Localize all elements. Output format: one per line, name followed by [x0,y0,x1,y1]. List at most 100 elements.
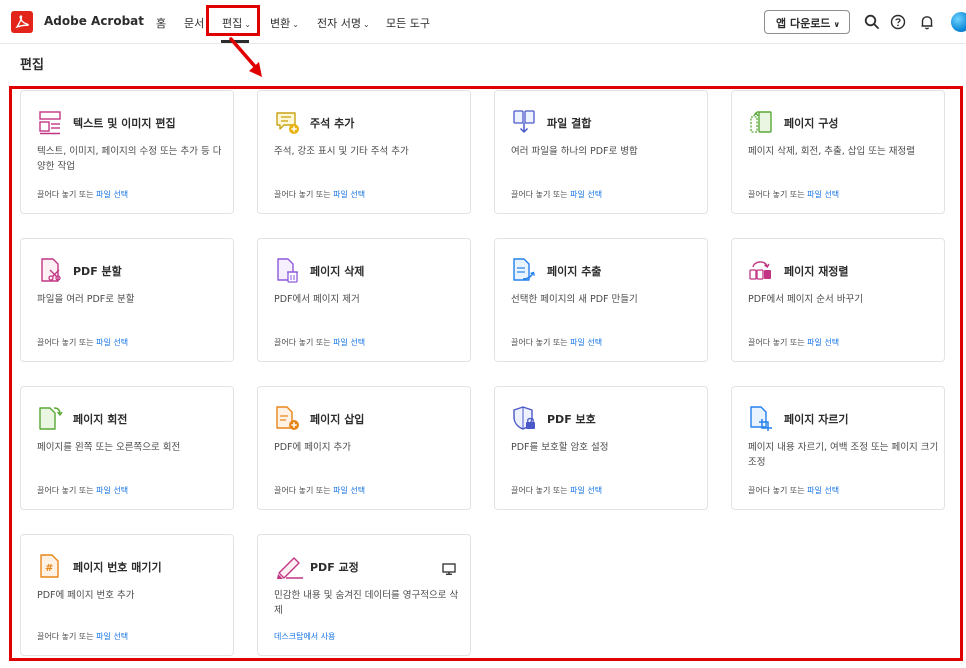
use-on-desktop-link[interactable]: 데스크탑에서 사용 [274,631,335,642]
card-description: 민감한 내용 및 숨겨진 데이터를 영구적으로 삭제 [274,590,459,616]
combine-files-icon [513,110,535,134]
drag-drop-text: 끌어다 놓기 또는 [37,190,94,199]
help-icon[interactable] [889,13,907,31]
split-pdf-icon [41,258,61,282]
download-app-button[interactable]: 앱 다운로드 ∨ [764,10,850,34]
card-title: PDF 교정 [310,561,359,574]
app-title[interactable]: Adobe Acrobat [44,14,144,28]
chevron-down-icon: ⌄ [362,20,370,29]
drag-drop-text: 끌어다 놓기 또는 [274,486,331,495]
tool-card-organize-pages[interactable]: 페이지 구성 페이지 삭제, 회전, 추출, 삽입 또는 재정렬 끌어다 놓기 … [731,90,945,214]
delete-pages-icon [277,258,298,283]
tool-card-crop-pages[interactable]: 페이지 자르기 페이지 내용 자르기, 여백 조정 또는 페이지 크기 조정 끌… [731,386,945,510]
acrobat-logo-icon[interactable] [11,11,33,33]
search-icon[interactable] [863,13,881,31]
card-description: PDF에 페이지 번호 추가 [37,590,135,601]
select-file-link[interactable]: 파일 선택 [96,190,128,199]
edit-text-image-icon [39,111,61,135]
select-file-link[interactable]: 파일 선택 [570,338,602,347]
card-description: 선택한 페이지의 새 PDF 만들기 [511,294,638,305]
tool-card-reorder-pages[interactable]: 페이지 재정렬 PDF에서 페이지 순서 바꾸기 끌어다 놓기 또는 파일 선택 [731,238,945,362]
nav-convert[interactable]: 변환 ⌄ [270,15,299,31]
annotation-arrow-icon [229,37,262,77]
tool-card-combine-files[interactable]: 파일 결합 여러 파일을 하나의 PDF로 병합 끌어다 놓기 또는 파일 선택 [494,90,708,214]
card-title: 페이지 회전 [73,413,128,426]
page-title: 편집 [20,58,44,73]
tool-card-number-pages[interactable]: # 페이지 번호 매기기 PDF에 페이지 번호 추가 끌어다 놓기 또는 파일… [20,534,234,656]
select-file-link[interactable]: 파일 선택 [570,486,602,495]
drag-drop-text: 끌어다 놓기 또는 [37,486,94,495]
svg-text:#: # [45,563,53,574]
drag-drop-text: 끌어다 놓기 또는 [37,338,94,347]
card-description: 페이지 삭제, 회전, 추출, 삽입 또는 재정렬 [748,146,916,157]
tool-card-split-pdf[interactable]: PDF 분할 파일을 여러 PDF로 분할 끌어다 놓기 또는 파일 선택 [20,238,234,362]
card-footer: 끌어다 놓기 또는 파일 선택 [748,189,839,200]
add-comment-icon [276,112,299,134]
card-description: 여러 파일을 하나의 PDF로 병합 [511,146,638,157]
drag-drop-text: 끌어다 놓기 또는 [37,632,94,641]
select-file-link[interactable]: 파일 선택 [96,486,128,495]
edit-menu-highlight-annotation [206,5,260,36]
notification-bell-icon[interactable] [918,13,936,31]
reorder-pages-icon [749,261,771,280]
card-title: 페이지 추출 [547,265,602,278]
tool-card-delete-pages[interactable]: 페이지 삭제 PDF에서 페이지 제거 끌어다 놓기 또는 파일 선택 [257,238,471,362]
select-file-link[interactable]: 파일 선택 [333,190,365,199]
card-footer: 끌어다 놓기 또는 파일 선택 [37,189,128,200]
chevron-down-icon: ⌄ [292,20,299,29]
select-file-link[interactable]: 파일 선택 [333,486,365,495]
select-file-link[interactable]: 파일 선택 [96,338,128,347]
card-description: 파일을 여러 PDF로 분할 [37,294,135,305]
card-footer: 끌어다 놓기 또는 파일 선택 [511,189,602,200]
desktop-icon [442,563,456,575]
tool-card-protect-pdf[interactable]: PDF 보호 PDF를 보호할 암호 설정 끌어다 놓기 또는 파일 선택 [494,386,708,510]
select-file-link[interactable]: 파일 선택 [96,632,128,641]
extract-pages-icon [513,258,535,281]
card-description: 페이지를 왼쪽 또는 오른쪽으로 회전 [37,442,181,453]
user-avatar[interactable] [951,12,966,32]
card-footer: 끌어다 놓기 또는 파일 선택 [511,485,602,496]
drag-drop-text: 끌어다 놓기 또는 [274,338,331,347]
select-file-link[interactable]: 파일 선택 [807,486,839,495]
drag-drop-text: 끌어다 놓기 또는 [511,190,568,199]
tool-card-extract-pages[interactable]: 페이지 추출 선택한 페이지의 새 PDF 만들기 끌어다 놓기 또는 파일 선… [494,238,708,362]
card-footer: 끌어다 놓기 또는 파일 선택 [748,337,839,348]
card-title: 텍스트 및 이미지 편집 [73,117,176,130]
tool-card-insert-pages[interactable]: 페이지 삽입 PDF에 페이지 추가 끌어다 놓기 또는 파일 선택 [257,386,471,510]
card-description: 텍스트, 이미지, 페이지의 수정 또는 추가 등 다양한 작업 [37,146,222,172]
drag-drop-text: 끌어다 놓기 또는 [511,486,568,495]
select-file-link[interactable]: 파일 선택 [570,190,602,199]
tool-card-edit-text-image[interactable]: 텍스트 및 이미지 편집 텍스트, 이미지, 페이지의 수정 또는 추가 등 다… [20,90,234,214]
select-file-link[interactable]: 파일 선택 [333,338,365,347]
card-footer: 끌어다 놓기 또는 파일 선택 [748,485,839,496]
card-title: 페이지 삭제 [310,265,365,278]
chevron-down-icon: ∨ [833,20,840,29]
card-footer: 끌어다 놓기 또는 파일 선택 [37,631,128,642]
card-description: 페이지 내용 자르기, 여백 조정 또는 페이지 크기 조정 [748,442,939,468]
nav-home[interactable]: 홈 [156,15,166,31]
card-footer: 끌어다 놓기 또는 파일 선택 [274,485,365,496]
redact-pdf-icon [277,557,303,579]
nav-e-sign[interactable]: 전자 서명 ⌄ [317,15,370,31]
select-file-link[interactable]: 파일 선택 [807,338,839,347]
card-footer: 끌어다 놓기 또는 파일 선택 [274,337,365,348]
tool-card-add-comment[interactable]: 주석 추가 주석, 강조 표시 및 기타 주석 추가 끌어다 놓기 또는 파일 … [257,90,471,214]
nav-all-tools[interactable]: 모든 도구 [386,15,430,31]
tool-card-rotate-pages[interactable]: 페이지 회전 페이지를 왼쪽 또는 오른쪽으로 회전 끌어다 놓기 또는 파일 … [20,386,234,510]
drag-drop-text: 끌어다 놓기 또는 [748,486,805,495]
crop-pages-icon [750,406,772,431]
organize-pages-icon [750,111,772,133]
number-pages-icon: # [40,554,59,578]
nav-documents[interactable]: 문서 [184,15,204,31]
card-description: PDF를 보호할 암호 설정 [511,442,609,453]
tool-card-redact-pdf[interactable]: PDF 교정 민감한 내용 및 숨겨진 데이터를 영구적으로 삭제 데스크탑에서… [257,534,471,656]
card-title: 페이지 자르기 [784,413,849,426]
select-file-link[interactable]: 파일 선택 [807,190,839,199]
card-description: PDF에서 페이지 순서 바꾸기 [748,294,863,305]
card-title: PDF 보호 [547,413,596,426]
card-description: PDF에 페이지 추가 [274,442,351,453]
card-title: 페이지 번호 매기기 [73,561,162,574]
card-title: 페이지 재정렬 [784,265,849,278]
insert-pages-icon [276,406,299,430]
card-title: PDF 분할 [73,265,122,278]
